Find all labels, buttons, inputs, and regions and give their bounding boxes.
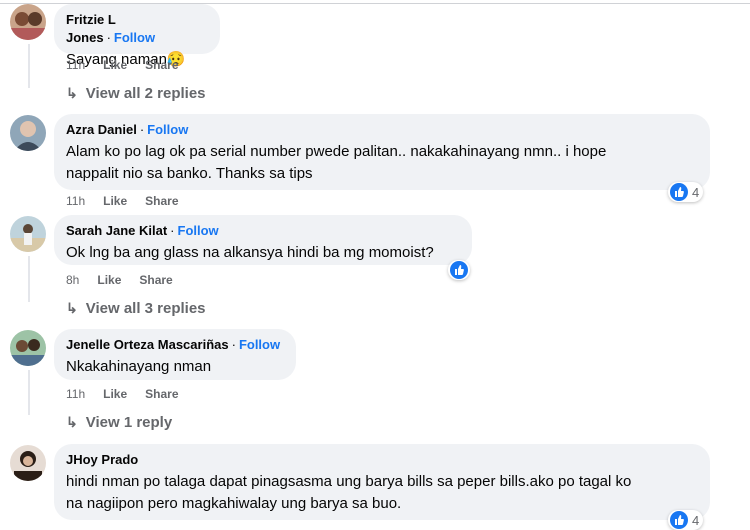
view-replies-label[interactable]: View all 3 replies bbox=[86, 300, 206, 317]
comment-text: Ok lng ba ang glass na alkansya hindi ba… bbox=[66, 244, 434, 261]
share-button[interactable]: Share bbox=[145, 194, 178, 208]
reaction-summary[interactable]: 4 bbox=[668, 510, 704, 530]
comment-actions: 11h Like Share bbox=[66, 193, 197, 209]
avatar[interactable] bbox=[10, 4, 46, 40]
comment-bubble: Jenelle Orteza Mascariñas · Follow Nkakahi… bbox=[54, 329, 296, 380]
reaction-summary[interactable] bbox=[448, 260, 470, 280]
comment-text: Nkakahinayang nman bbox=[66, 358, 212, 375]
share-button[interactable]: Share bbox=[145, 58, 178, 72]
reply-arrow-icon: ↳ bbox=[66, 300, 78, 316]
comment-author[interactable]: Azra Daniel bbox=[66, 122, 137, 137]
like-button[interactable]: Like bbox=[97, 273, 121, 287]
like-button[interactable]: Like bbox=[103, 58, 127, 72]
reply-arrow-icon: ↳ bbox=[66, 414, 78, 430]
avatar[interactable] bbox=[10, 445, 46, 481]
thread-line bbox=[28, 256, 30, 302]
comment-text-line: nappalit nio sa banko. Thanks sa tips bbox=[66, 165, 313, 182]
avatar[interactable] bbox=[10, 115, 46, 151]
view-replies-label[interactable]: View all 2 replies bbox=[86, 85, 206, 102]
comment-bubble: Fritzie L Jones · Follow Sayang naman😥 bbox=[54, 4, 220, 68]
view-replies-link[interactable]: ↳ View 1 reply bbox=[66, 412, 172, 433]
avatar[interactable] bbox=[10, 216, 46, 252]
comment-timestamp[interactable]: 8h bbox=[66, 273, 79, 287]
comment-bubble: Sarah Jane Kilat · Follow Ok lng ba ang gl… bbox=[54, 215, 472, 265]
separator-dot: · bbox=[231, 337, 236, 352]
like-icon bbox=[670, 511, 688, 529]
view-replies-label[interactable]: View 1 reply bbox=[86, 414, 172, 431]
separator-dot: · bbox=[106, 30, 111, 45]
comment-actions: 11h Like Share bbox=[66, 57, 197, 73]
share-button[interactable]: Share bbox=[145, 387, 178, 401]
avatar[interactable] bbox=[10, 330, 46, 366]
comment-actions: 8h Like Share bbox=[66, 272, 191, 288]
follow-button[interactable]: Follow bbox=[114, 30, 155, 45]
view-replies-link[interactable]: ↳ View all 3 replies bbox=[66, 298, 206, 319]
reaction-count: 4 bbox=[692, 512, 700, 528]
follow-button[interactable]: Follow bbox=[239, 337, 280, 352]
comment-bubble: Azra Daniel · Follow Alam ko po lag ok pa … bbox=[54, 114, 710, 190]
like-icon bbox=[450, 261, 468, 279]
comment-author[interactable]: Sarah Jane Kilat bbox=[66, 223, 167, 238]
thread-line bbox=[28, 370, 30, 415]
follow-button[interactable]: Follow bbox=[147, 122, 188, 137]
share-button[interactable]: Share bbox=[139, 273, 172, 287]
follow-button[interactable]: Follow bbox=[178, 223, 219, 238]
thread-line bbox=[28, 44, 30, 88]
reaction-count: 4 bbox=[692, 184, 700, 200]
separator-dot: · bbox=[139, 122, 145, 137]
comment-author[interactable]: JHoy Prado bbox=[66, 452, 138, 467]
comment-author[interactable]: Jenelle Orteza Mascariñas bbox=[66, 337, 229, 352]
comment-actions: 11h Like Share bbox=[66, 386, 197, 402]
comment-text-line: hindi nman po talaga dapat pinagsasma un… bbox=[66, 473, 632, 490]
comment-timestamp[interactable]: 11h bbox=[66, 387, 85, 401]
reply-arrow-icon: ↳ bbox=[66, 85, 78, 101]
view-replies-link[interactable]: ↳ View all 2 replies bbox=[66, 83, 206, 104]
comment-timestamp[interactable]: 11h bbox=[66, 58, 85, 72]
separator-dot: · bbox=[170, 223, 175, 238]
comment-text-line: na nagiipon pero magkahiwalay ung barya … bbox=[66, 495, 402, 512]
comment-timestamp[interactable]: 11h bbox=[66, 194, 85, 208]
like-button[interactable]: Like bbox=[103, 387, 127, 401]
comment-text-line: Alam ko po lag ok pa serial number pwede… bbox=[66, 143, 607, 160]
comment-bubble: JHoy Prado hindi nman po talaga dapat pi… bbox=[54, 444, 710, 520]
like-icon bbox=[670, 183, 688, 201]
like-button[interactable]: Like bbox=[103, 194, 127, 208]
reaction-summary[interactable]: 4 bbox=[668, 182, 704, 202]
